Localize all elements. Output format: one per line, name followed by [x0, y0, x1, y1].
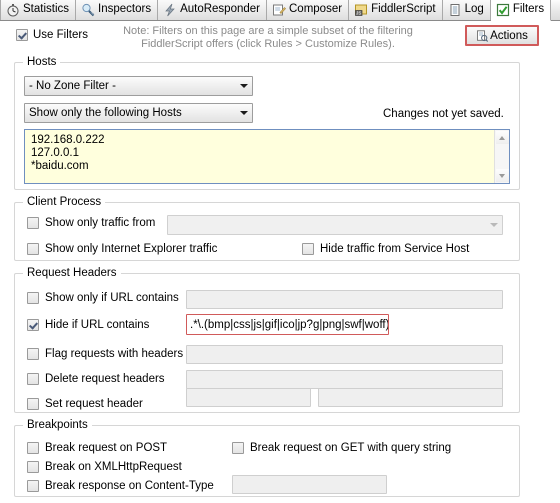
- client-process-group-legend: Client Process: [23, 196, 106, 208]
- break-request-on-post-label: Break request on POST: [45, 442, 168, 454]
- delete-request-headers-row[interactable]: Delete request headers: [27, 373, 165, 385]
- hide-if-url-contains-checkbox[interactable]: [27, 319, 39, 331]
- scroll-up-icon[interactable]: [495, 131, 509, 144]
- tab-autoresponder[interactable]: AutoResponder: [158, 0, 267, 20]
- delete-request-headers-checkbox[interactable]: [27, 373, 39, 385]
- set-request-header-label: Set request header: [45, 398, 143, 410]
- js-scroll-icon: JS: [354, 3, 368, 17]
- flag-requests-with-headers-checkbox[interactable]: [27, 348, 39, 360]
- actions-button[interactable]: Actions: [465, 25, 539, 46]
- flag-requests-with-headers-label: Flag requests with headers: [45, 348, 184, 360]
- show-only-traffic-from-checkbox[interactable]: [27, 217, 39, 229]
- tab-filters[interactable]: Filters: [490, 0, 552, 21]
- chevron-down-icon: [235, 111, 252, 115]
- client-process-dropdown[interactable]: [167, 215, 503, 235]
- actions-button-label: Actions: [490, 29, 528, 42]
- hide-if-url-contains-label: Hide if URL contains: [45, 319, 150, 331]
- set-request-header-value-input[interactable]: [318, 388, 503, 407]
- show-only-if-url-contains-input[interactable]: [186, 290, 503, 309]
- hosts-list-item: *baidu.com: [31, 160, 89, 172]
- filters-toolbar: Use Filters Note: Filters on this page a…: [0, 21, 560, 55]
- show-only-if-url-contains-checkbox[interactable]: [27, 292, 39, 304]
- hosts-group-legend: Hosts: [23, 56, 61, 68]
- hide-if-url-contains-input[interactable]: .*\.(bmp|css|js|gif|ico|jp?g|png|swf|wof…: [186, 314, 389, 335]
- tab-log[interactable]: Log: [442, 0, 491, 20]
- stopwatch-icon: [6, 3, 20, 17]
- hide-if-url-contains-value: .*\.(bmp|css|js|gif|ico|jp?g|png|swf|wof…: [190, 318, 389, 331]
- set-request-header-name-input[interactable]: [186, 388, 311, 407]
- break-on-xmlhttprequest-label: Break on XMLHttpRequest: [45, 461, 182, 473]
- break-request-on-post-checkbox[interactable]: [27, 442, 39, 454]
- tab-fiddlerscript[interactable]: JS FiddlerScript: [349, 0, 443, 20]
- use-filters-checkbox[interactable]: [16, 29, 28, 41]
- show-only-ie-traffic-label: Show only Internet Explorer traffic: [45, 243, 218, 255]
- delete-request-headers-label: Delete request headers: [45, 373, 165, 385]
- show-only-traffic-from-label: Show only traffic from: [45, 217, 156, 229]
- break-request-on-post-row[interactable]: Break request on POST: [27, 442, 167, 454]
- tab-log-label: Log: [464, 3, 484, 16]
- actions-page-icon: [476, 29, 489, 42]
- flag-requests-with-headers-row[interactable]: Flag requests with headers: [27, 348, 183, 360]
- hide-service-host-checkbox[interactable]: [302, 243, 314, 255]
- break-request-on-get-query-row[interactable]: Break request on GET with query string: [232, 442, 451, 454]
- break-response-on-content-type-label: Break response on Content-Type: [45, 480, 214, 492]
- break-response-on-content-type-checkbox[interactable]: [27, 480, 39, 492]
- tab-composer[interactable]: Composer: [267, 0, 350, 20]
- set-request-header-row[interactable]: Set request header: [27, 398, 143, 410]
- break-response-on-content-type-row[interactable]: Break response on Content-Type: [27, 480, 214, 492]
- tab-bar: Statistics Inspectors AutoResponder Comp…: [0, 0, 560, 21]
- filters-note-line2: FiddlerScript offers (click Rules > Cust…: [141, 38, 395, 50]
- tab-inspectors[interactable]: Inspectors: [76, 0, 159, 20]
- tab-autoresponder-label: AutoResponder: [180, 3, 260, 16]
- host-mode-dropdown[interactable]: Show only the following Hosts: [24, 103, 253, 123]
- chevron-down-icon: [235, 84, 252, 88]
- break-response-on-content-type-input[interactable]: [232, 475, 387, 494]
- tab-composer-label: Composer: [289, 3, 343, 16]
- changes-not-saved-status: Changes not yet saved.: [383, 108, 504, 120]
- chevron-down-icon: [485, 223, 502, 227]
- show-only-if-url-contains-label: Show only if URL contains: [45, 292, 179, 304]
- hosts-list-item: 127.0.0.1: [31, 147, 79, 159]
- filters-note: Note: Filters on this page are a simple …: [112, 25, 424, 51]
- tab-fiddlerscript-label: FiddlerScript: [371, 3, 436, 16]
- show-only-traffic-from-row[interactable]: Show only traffic from: [27, 217, 155, 229]
- hide-if-url-contains-row[interactable]: Hide if URL contains: [27, 319, 149, 331]
- tab-statistics[interactable]: Statistics: [0, 0, 77, 20]
- zone-filter-value: - No Zone Filter -: [29, 80, 116, 92]
- lightning-icon: [163, 3, 177, 17]
- host-mode-value: Show only the following Hosts: [29, 107, 182, 119]
- tab-filters-label: Filters: [512, 3, 545, 16]
- hide-service-host-label: Hide traffic from Service Host: [320, 243, 470, 255]
- set-request-header-checkbox[interactable]: [27, 398, 39, 410]
- show-only-if-url-contains-row[interactable]: Show only if URL contains: [27, 292, 179, 304]
- svg-text:JS: JS: [356, 11, 361, 16]
- request-headers-group-legend: Request Headers: [23, 267, 121, 279]
- scroll-down-icon[interactable]: [495, 169, 509, 182]
- break-on-xmlhttprequest-row[interactable]: Break on XMLHttpRequest: [27, 461, 182, 473]
- magnifier-icon: [81, 3, 95, 17]
- hosts-list: 192.168.0.222 127.0.0.1 *baidu.com: [25, 130, 494, 183]
- use-filters-label: Use Filters: [33, 29, 88, 41]
- break-on-xmlhttprequest-checkbox[interactable]: [27, 461, 39, 473]
- hosts-scrollbar[interactable]: [494, 130, 509, 183]
- green-check-icon: [496, 3, 510, 17]
- show-only-ie-traffic-row[interactable]: Show only Internet Explorer traffic: [27, 243, 217, 255]
- tab-statistics-label: Statistics: [23, 3, 70, 16]
- hosts-list-item: 192.168.0.222: [31, 134, 105, 146]
- document-icon: [448, 3, 462, 17]
- delete-request-headers-input[interactable]: [186, 370, 503, 389]
- flag-requests-with-headers-input[interactable]: [186, 345, 503, 364]
- use-filters-row[interactable]: Use Filters: [16, 29, 88, 41]
- pencil-note-icon: [272, 3, 286, 17]
- show-only-ie-traffic-checkbox[interactable]: [27, 243, 39, 255]
- breakpoints-group-legend: Breakpoints: [23, 419, 92, 431]
- zone-filter-dropdown[interactable]: - No Zone Filter -: [24, 76, 253, 96]
- break-request-on-get-query-label: Break request on GET with query string: [250, 442, 452, 454]
- break-request-on-get-query-checkbox[interactable]: [232, 442, 244, 454]
- tab-inspectors-label: Inspectors: [98, 3, 152, 16]
- filters-note-line1: Note: Filters on this page are a simple …: [123, 25, 413, 37]
- hide-service-host-row[interactable]: Hide traffic from Service Host: [302, 243, 469, 255]
- hosts-textarea[interactable]: 192.168.0.222 127.0.0.1 *baidu.com: [24, 129, 510, 184]
